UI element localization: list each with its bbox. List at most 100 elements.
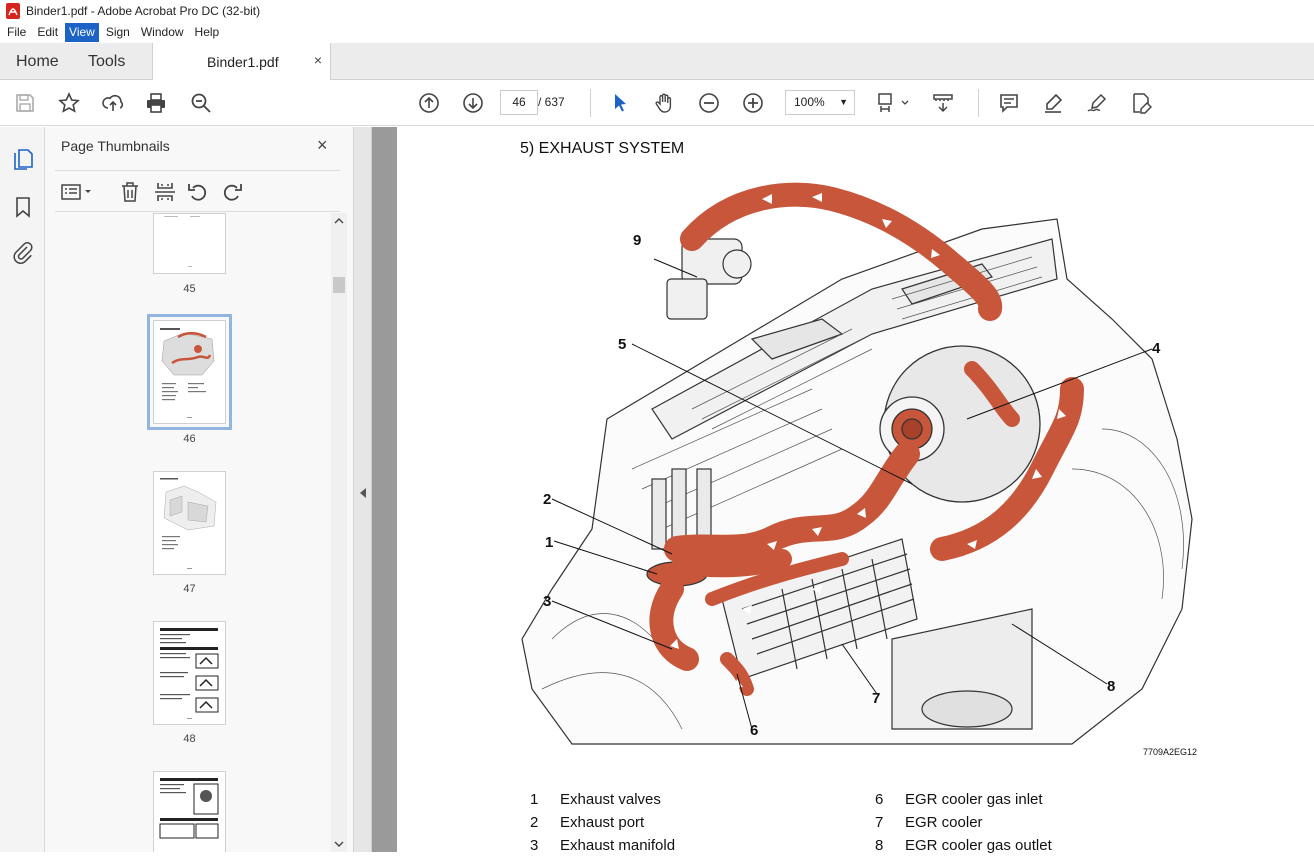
bookmark-icon[interactable] xyxy=(11,195,35,219)
zoom-level-value: 100% xyxy=(794,95,825,109)
chevron-down-icon: ▼ xyxy=(839,97,848,107)
callout-9: 9 xyxy=(633,232,641,249)
thumbnails-panel: Page Thumbnails × 45 46 47 48 xyxy=(45,127,353,852)
thumbnail-list: 45 46 47 48 xyxy=(55,213,331,852)
menu-view[interactable]: View xyxy=(65,23,99,42)
page-thumbnail[interactable] xyxy=(153,771,226,852)
menu-sign[interactable]: Sign xyxy=(102,23,134,42)
toolbar-divider xyxy=(978,89,979,117)
menu-help[interactable]: Help xyxy=(191,23,224,42)
menu-edit[interactable]: Edit xyxy=(33,23,62,42)
star-icon[interactable] xyxy=(56,90,82,116)
save-icon[interactable] xyxy=(12,90,38,116)
menu-window[interactable]: Window xyxy=(137,23,188,42)
chevron-down-icon[interactable] xyxy=(334,840,344,848)
thumbnail-preview xyxy=(159,778,219,839)
legend-text: EGR cooler gas outlet xyxy=(905,837,1052,854)
options-menu-icon[interactable] xyxy=(59,180,95,204)
thumbnail-label: 46 xyxy=(183,433,196,445)
comment-icon[interactable] xyxy=(996,90,1022,116)
callout-5: 5 xyxy=(618,336,626,353)
page-thumbnail[interactable] xyxy=(153,471,226,575)
figure-code: 7709A2EG12 xyxy=(1143,747,1198,757)
close-icon[interactable]: × xyxy=(317,135,328,156)
menu-file[interactable]: File xyxy=(3,23,30,42)
legend-number: 8 xyxy=(875,837,884,854)
legend-number: 1 xyxy=(530,791,539,808)
thumbnail-preview xyxy=(160,628,219,719)
thumbnail-preview xyxy=(164,216,200,267)
zoom-in-icon[interactable] xyxy=(740,90,766,116)
attachment-icon[interactable] xyxy=(11,240,35,264)
print-icon[interactable] xyxy=(143,90,169,116)
zoom-level-select[interactable]: 100% ▼ xyxy=(785,90,855,115)
callout-2: 2 xyxy=(543,491,551,508)
page-down-icon[interactable] xyxy=(460,90,486,116)
hand-icon[interactable] xyxy=(652,90,678,116)
legend-text: EGR cooler xyxy=(905,814,983,831)
toolbar-divider xyxy=(590,89,591,117)
document-tab-label: Binder1.pdf xyxy=(207,54,279,70)
tab-home[interactable]: Home xyxy=(16,43,59,80)
sign-icon[interactable] xyxy=(1084,90,1110,116)
thumbnail-label: 47 xyxy=(183,583,196,595)
rotate-right-icon[interactable] xyxy=(220,180,244,204)
extract-pages-icon[interactable] xyxy=(153,180,177,204)
title-bar: Binder1.pdf - Adobe Acrobat Pro DC (32-b… xyxy=(0,0,1314,22)
thumbnail-label: 45 xyxy=(183,283,196,295)
navigation-rail xyxy=(0,127,45,852)
callout-3: 3 xyxy=(543,593,551,610)
collapse-panel-icon[interactable] xyxy=(359,487,367,499)
tab-bar: Home Tools Binder1.pdf × xyxy=(0,43,1314,81)
main-toolbar: 46 / 637 100% ▼ xyxy=(0,80,1314,126)
thumbnail-scrollbar[interactable] xyxy=(331,213,347,852)
edit-pdf-icon[interactable] xyxy=(1128,90,1154,116)
zoom-out-icon[interactable] xyxy=(696,90,722,116)
legend-text: Exhaust valves xyxy=(560,791,661,808)
document-viewer[interactable]: 5) EXHAUST SYSTEM 1 2 3 4 5 6 7 8 9 7709… xyxy=(372,127,1314,854)
thumbnail-label: 48 xyxy=(183,733,196,745)
zoom-search-icon[interactable] xyxy=(188,90,214,116)
legend-right: 6 EGR cooler gas inlet 7 EGR cooler 8 EG… xyxy=(875,791,1135,861)
scroll-mode-icon[interactable] xyxy=(930,90,956,116)
panel-splitter[interactable] xyxy=(353,127,372,852)
callout-4: 4 xyxy=(1152,340,1161,357)
tab-document[interactable]: Binder1.pdf × xyxy=(152,43,331,81)
delete-icon[interactable] xyxy=(118,180,142,204)
window-title: Binder1.pdf - Adobe Acrobat Pro DC (32-b… xyxy=(26,4,261,18)
thumbnail-toolbar xyxy=(55,170,340,212)
page-thumbnails-icon[interactable] xyxy=(11,147,35,171)
exhaust-system-diagram: 1 2 3 4 5 6 7 8 9 xyxy=(521,182,1193,745)
page-thumbnail-selected[interactable] xyxy=(147,314,232,430)
thumbnail-preview xyxy=(160,328,215,418)
legend-text: Exhaust port xyxy=(560,814,645,831)
scrollbar-thumb[interactable] xyxy=(333,277,345,293)
legend-text: EGR cooler gas inlet xyxy=(905,791,1043,808)
legend-left: 1 Exhaust valves 2 Exhaust port 3 Exhaus… xyxy=(530,791,790,861)
rotate-left-icon[interactable] xyxy=(186,180,210,204)
panel-title: Page Thumbnails xyxy=(61,138,170,154)
page-thumbnail[interactable] xyxy=(153,213,226,274)
fit-page-icon[interactable] xyxy=(874,90,912,116)
upload-icon[interactable] xyxy=(100,90,126,116)
legend-number: 7 xyxy=(875,814,884,831)
page-number-input[interactable]: 46 xyxy=(500,90,538,115)
page-total: / 637 xyxy=(538,95,565,109)
menu-bar: File Edit View Sign Window Help xyxy=(0,22,1314,43)
highlight-icon[interactable] xyxy=(1040,90,1066,116)
legend-text: Exhaust manifold xyxy=(560,837,676,854)
legend-number: 2 xyxy=(530,814,539,831)
acrobat-app-icon xyxy=(6,3,20,19)
select-arrow-icon[interactable] xyxy=(607,90,633,116)
chevron-up-icon[interactable] xyxy=(334,217,344,225)
close-tab-icon[interactable]: × xyxy=(314,52,322,68)
tab-tools[interactable]: Tools xyxy=(88,43,125,80)
page-thumbnail[interactable] xyxy=(153,621,226,725)
callout-8: 8 xyxy=(1107,678,1115,695)
pdf-page: 5) EXHAUST SYSTEM 1 2 3 4 5 6 7 8 9 7709… xyxy=(397,127,1314,854)
page-heading: 5) EXHAUST SYSTEM xyxy=(520,140,685,157)
page-up-icon[interactable] xyxy=(416,90,442,116)
callout-7: 7 xyxy=(872,690,880,707)
legend-number: 6 xyxy=(875,791,884,808)
callout-6: 6 xyxy=(750,722,758,739)
